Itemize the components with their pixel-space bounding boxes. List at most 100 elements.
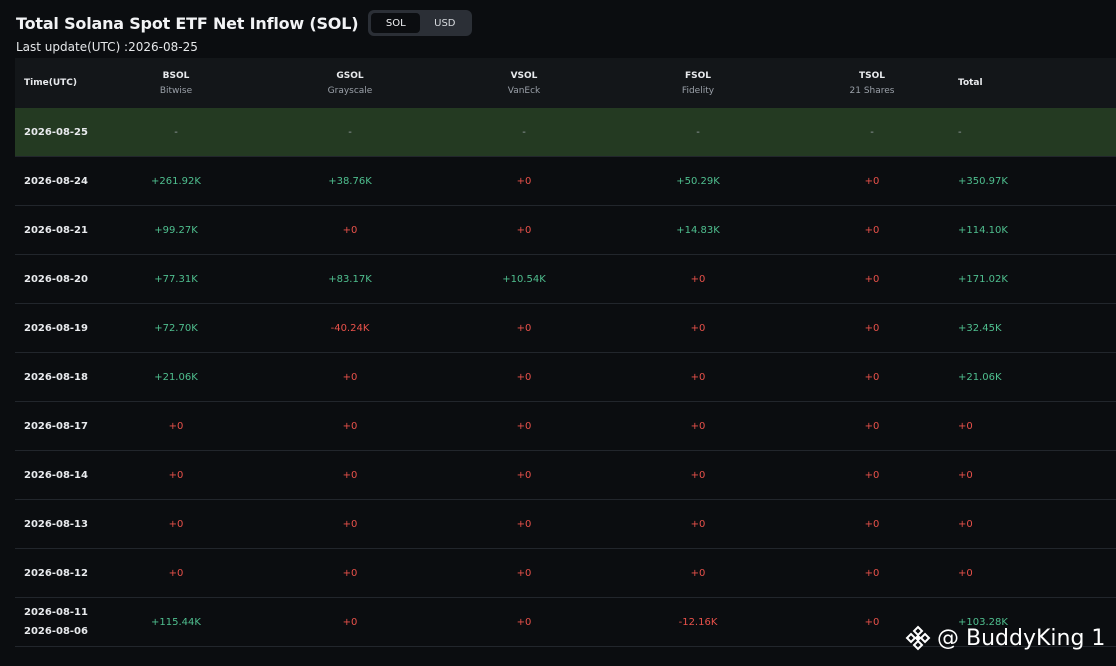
row-date-text: 2026-08-12 <box>24 567 88 579</box>
cell-value: +0 <box>864 224 880 236</box>
cell-value: +0 <box>690 371 706 383</box>
cell-value: +77.31K <box>154 273 198 285</box>
cell-total: - <box>958 108 1078 156</box>
cell-vsol: +0 <box>474 157 574 205</box>
cell-tsol: +0 <box>822 353 922 401</box>
cell-total: +0 <box>958 549 1078 597</box>
cell-gsol: +0 <box>300 206 400 254</box>
header-bsol: BSOL Bitwise <box>126 58 226 108</box>
row-date-text-secondary: 2026-08-06 <box>24 626 88 637</box>
cell-total: +0 <box>958 402 1078 450</box>
cell-value: +0 <box>168 469 184 481</box>
header-total-label: Total <box>958 78 983 88</box>
row-date: 2026-08-19 <box>24 304 88 352</box>
cell-value: +0 <box>690 518 706 530</box>
cell-value: +0 <box>958 518 973 530</box>
row-date: 2026-08-21 <box>24 206 88 254</box>
header-issuer: VanEck <box>507 85 541 96</box>
cell-tsol: +0 <box>822 451 922 499</box>
table-row: 2026-08-25 - - - - - - <box>15 108 1116 157</box>
cell-value: +21.06K <box>958 371 1002 383</box>
cell-value: +0 <box>342 518 358 530</box>
binance-logo-icon <box>905 625 931 651</box>
header-time: Time(UTC) <box>24 58 77 108</box>
cell-value: +0 <box>342 469 358 481</box>
toggle-sol-button[interactable]: SOL <box>371 13 421 33</box>
cell-value: +50.29K <box>676 175 720 187</box>
cell-value: +0 <box>342 567 358 579</box>
row-date: 2026-08-25 <box>24 108 88 156</box>
cell-fsol: +0 <box>648 353 748 401</box>
cell-bsol: +0 <box>126 549 226 597</box>
cell-value: +0 <box>958 420 973 432</box>
cell-value: +0 <box>168 567 184 579</box>
cell-bsol: +0 <box>126 402 226 450</box>
cell-value: +114.10K <box>958 224 1008 236</box>
cell-vsol: +10.54K <box>474 255 574 303</box>
row-date-text: 2026-08-21 <box>24 224 88 236</box>
etf-flow-page: Total Solana Spot ETF Net Inflow (SOL) S… <box>0 0 1116 666</box>
cell-value: - <box>958 126 962 138</box>
row-date: 2026-08-17 <box>24 402 88 450</box>
row-date-text: 2026-08-19 <box>24 322 88 334</box>
cell-value: +0 <box>342 616 358 628</box>
cell-tsol: +0 <box>822 157 922 205</box>
cell-value: +0 <box>516 371 532 383</box>
header-ticker: GSOL <box>336 70 364 81</box>
header-tsol: TSOL 21 Shares <box>822 58 922 108</box>
last-update-text: Last update(UTC) :2026-08-25 <box>16 40 198 54</box>
cell-gsol: +0 <box>300 353 400 401</box>
row-date: 2026-08-24 <box>24 157 88 205</box>
watermark-text: @ BuddyKing 1 <box>937 625 1106 651</box>
header-ticker: TSOL <box>858 70 885 81</box>
cell-value: +32.45K <box>958 322 1002 334</box>
cell-value: +0 <box>342 371 358 383</box>
cell-vsol: +0 <box>474 304 574 352</box>
cell-value: +21.06K <box>154 371 198 383</box>
cell-value: +0 <box>864 420 880 432</box>
header-total: Total <box>958 58 1078 108</box>
cell-vsol: +0 <box>474 353 574 401</box>
cell-bsol: +0 <box>126 500 226 548</box>
table-row: 2026-08-19 +72.70K -40.24K +0 +0 +0 +32.45K <box>15 304 1116 353</box>
table-body: 2026-08-25 - - - - - - 2026-08-24 +261.92K +38.76… <box>15 108 1116 647</box>
header-fsol: FSOL Fidelity <box>648 58 748 108</box>
cell-vsol: +0 <box>474 206 574 254</box>
cell-value: +0 <box>516 518 532 530</box>
row-date-text: 2026-08-17 <box>24 420 88 432</box>
header-time-label: Time(UTC) <box>24 78 77 88</box>
cell-value: +0 <box>516 567 532 579</box>
cell-value: +261.92K <box>151 175 201 187</box>
cell-tsol: - <box>822 108 922 156</box>
cell-value: +0 <box>342 420 358 432</box>
cell-tsol: +0 <box>822 304 922 352</box>
cell-fsol: +50.29K <box>648 157 748 205</box>
cell-total: +171.02K <box>958 255 1078 303</box>
cell-value: +0 <box>864 469 880 481</box>
cell-gsol: +83.17K <box>300 255 400 303</box>
title-row: Total Solana Spot ETF Net Inflow (SOL) S… <box>16 8 473 38</box>
cell-total: +21.06K <box>958 353 1078 401</box>
cell-gsol: +0 <box>300 549 400 597</box>
page-title: Total Solana Spot ETF Net Inflow (SOL) <box>16 13 359 33</box>
cell-bsol: +0 <box>126 451 226 499</box>
row-date: 2026-08-12 <box>24 549 88 597</box>
cell-gsol: +0 <box>300 451 400 499</box>
currency-toggle: SOL USD <box>368 10 473 36</box>
cell-value: +83.17K <box>328 273 372 285</box>
cell-value: +14.83K <box>676 224 720 236</box>
cell-value: +10.54K <box>502 273 546 285</box>
cell-value: +38.76K <box>328 175 372 187</box>
cell-value: +171.02K <box>958 273 1008 285</box>
header-vsol: VSOL VanEck <box>474 58 574 108</box>
cell-tsol: +0 <box>822 402 922 450</box>
header-ticker: FSOL <box>684 70 711 81</box>
cell-value: +0 <box>864 567 880 579</box>
cell-value: +99.27K <box>154 224 198 236</box>
cell-fsol: +14.83K <box>648 206 748 254</box>
cell-value: +350.97K <box>958 175 1008 187</box>
cell-tsol: +0 <box>822 500 922 548</box>
cell-fsol: -12.16K <box>648 598 748 646</box>
toggle-usd-button[interactable]: USD <box>420 13 469 33</box>
table-header-row: Time(UTC) BSOL Bitwise GSOL Grayscale VS… <box>15 58 1116 108</box>
